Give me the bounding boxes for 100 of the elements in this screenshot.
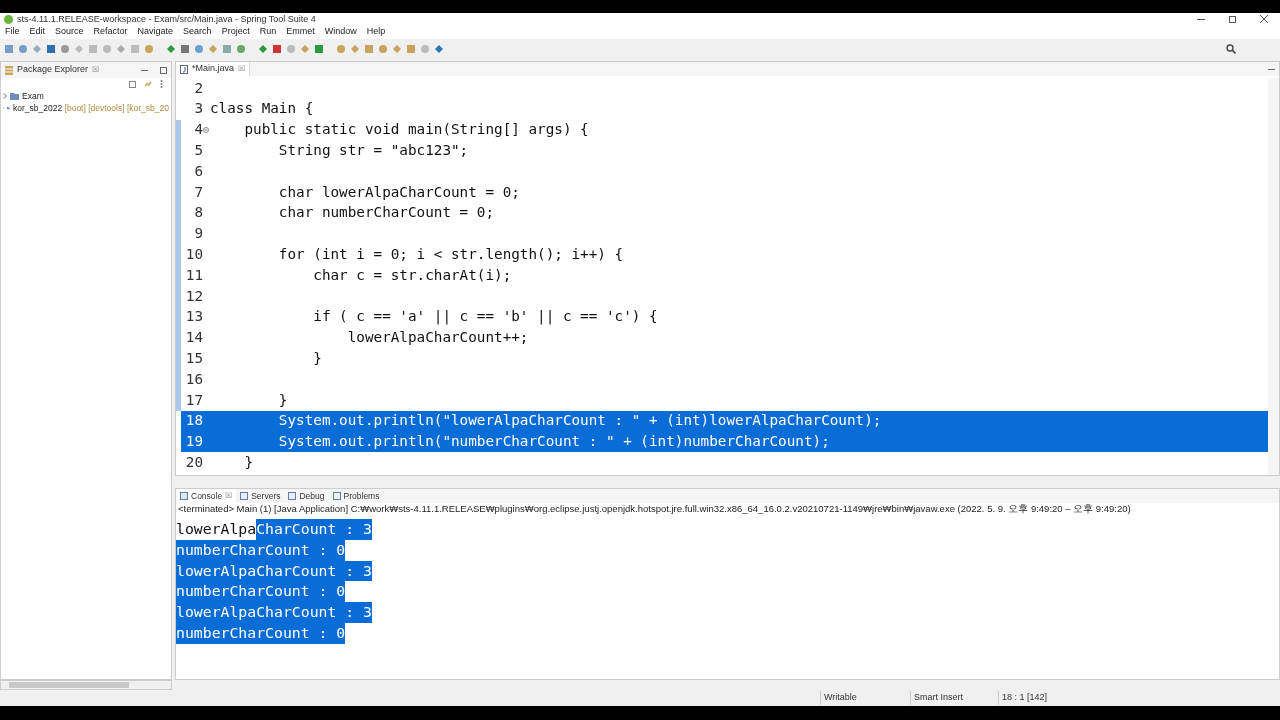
console-text: lowerAlpa [176,519,257,539]
diamond-icon[interactable] [166,44,176,54]
menu-item[interactable]: Edit [24,25,51,39]
diamond-icon[interactable] [74,44,84,54]
close-icon[interactable]: ☒ [92,64,100,76]
diamond-icon[interactable] [434,44,444,54]
view-tab[interactable]: Servers [236,489,285,503]
view-tab[interactable]: Console ☒ [176,489,237,503]
tree-item[interactable]: Exam [1,90,171,102]
menu-item[interactable]: Window [319,25,362,39]
code-line: lowerAlpaCharCount++; [346,328,529,348]
code-line: System.out.println("lowerAlpaCharCount : " + (int)lowerAlpaCharCount); [277,411,882,431]
circle-icon[interactable] [336,44,346,54]
square-icon[interactable] [46,44,56,54]
line-number: 2 [193,78,203,98]
maximize-icon[interactable] [1229,15,1236,23]
code-line: char lowerAlpaCharCount = 0; [277,182,520,202]
menu-item[interactable]: File [0,25,25,39]
diamond-icon[interactable] [32,44,42,54]
scrollbar-thumb[interactable] [9,682,129,688]
minimize-icon[interactable] [1268,68,1275,70]
code-line: } [277,390,288,410]
code-line: System.out.println("numberCharCount : " + (int)numberCharCount); [277,432,830,452]
menu-item[interactable]: Emmet [281,25,320,39]
code-line: class Main { [210,99,314,119]
horizontal-scrollbar[interactable] [0,680,172,690]
square-icon[interactable] [406,44,416,54]
line-number: 5 [193,141,203,161]
selected-console-text: numberCharCount : 0 [176,623,346,644]
line-number: 8 [193,203,203,223]
selected-console-text: lowerAlpaCharCount : 3 [176,560,372,582]
line-number: 15 [184,349,203,369]
code-line: } [312,349,322,369]
diamond-icon[interactable] [300,44,310,54]
status-field: 18 : 1 [142] [998,691,1088,705]
line-number: 18 [184,411,203,431]
line-number: 10 [184,245,203,265]
link-icon[interactable] [144,80,152,88]
selected-console-text: lowerAlpaCharCount : 3 [176,602,372,623]
square-icon[interactable] [364,44,374,54]
console-status: <terminated> Main (1) [Java Application] C:₩work₩sts-4.11.1.RELEASE₩plugins₩org.eclipse.justj.openjdk.hotspot.jre.full.win32.x86_64_16.0.2.v20210721-1149₩jre₩bin₩javaw.exe (2022. 5. 9. 오후 9:49:20 – 오후 9:49:20) [178,502,1131,517]
menu-item[interactable]: Help [361,25,391,39]
package-icon [5,65,13,75]
line-number: 14 [184,328,203,348]
code-line: if ( c == 'a' || c == 'b' || c == 'c') { [312,307,658,327]
fold-icon[interactable] [203,127,209,133]
status-field: Smart Insert [910,691,998,705]
circle-icon[interactable] [420,44,430,54]
view-tab[interactable]: Problems [328,489,384,503]
minimize-icon[interactable] [141,69,148,71]
scrollbar[interactable] [1268,78,1279,475]
java-file-icon [180,64,188,74]
code-line: char numberCharCount = 0; [277,203,495,223]
diamond-icon[interactable] [350,44,360,54]
menu-item[interactable]: Project [216,25,255,39]
view-title[interactable]: Package Explorer [17,63,89,77]
tab-icon [332,492,341,500]
menu-item[interactable]: Navigate [132,25,179,39]
menu-item[interactable]: Search [178,25,217,39]
menu-item[interactable]: Refactor [88,25,133,39]
close-icon[interactable] [1260,15,1268,23]
code-line: char c = str.charAt(i); [312,265,512,285]
collapse-icon[interactable] [129,80,136,88]
code-line: public static void main(String[] args) { [243,120,589,140]
tree-item[interactable]: kor_sb_2022 [boot] [devtools] [kor_sb_20 [1,102,171,114]
menu-icon[interactable] [160,80,163,88]
circle-icon[interactable] [102,44,112,54]
circle-icon[interactable] [194,44,204,54]
line-number: 7 [193,182,203,202]
diamond-icon[interactable] [258,44,268,54]
circle-icon[interactable] [18,44,28,54]
square-icon[interactable] [314,44,324,54]
maximize-icon[interactable] [160,66,167,74]
menu-item[interactable]: Source [50,25,89,39]
square-icon[interactable] [180,44,190,54]
search-icon[interactable] [1226,44,1236,54]
menu-item[interactable]: Run [254,25,282,39]
circle-icon[interactable] [144,44,154,54]
circle-icon[interactable] [236,44,246,54]
line-number: 17 [184,390,203,410]
square-icon[interactable] [4,44,14,54]
line-number: 19 [184,432,203,452]
editor-tab[interactable]: *Main.java ☒ [176,62,251,76]
square-icon[interactable] [222,44,232,54]
circle-icon[interactable] [286,44,296,54]
diamond-icon[interactable] [392,44,402,54]
code-line: String str = "abc123"; [277,141,469,161]
line-number: 16 [184,369,203,389]
app-logo-icon [4,14,13,24]
code-line: for (int i = 0; i < str.length(); i++) { [277,245,624,265]
minimize-icon[interactable] [1197,18,1205,20]
view-tab[interactable]: Debug [284,489,329,503]
diamond-icon[interactable] [208,44,218,54]
close-icon[interactable]: ☒ [225,490,233,502]
selected-console-text: CharCount : 3 [256,519,372,540]
circle-icon[interactable] [60,44,70,54]
diamond-icon[interactable] [116,44,126,54]
tab-icon [180,492,188,500]
square-icon[interactable] [272,44,282,54]
circle-icon[interactable] [378,44,388,54]
